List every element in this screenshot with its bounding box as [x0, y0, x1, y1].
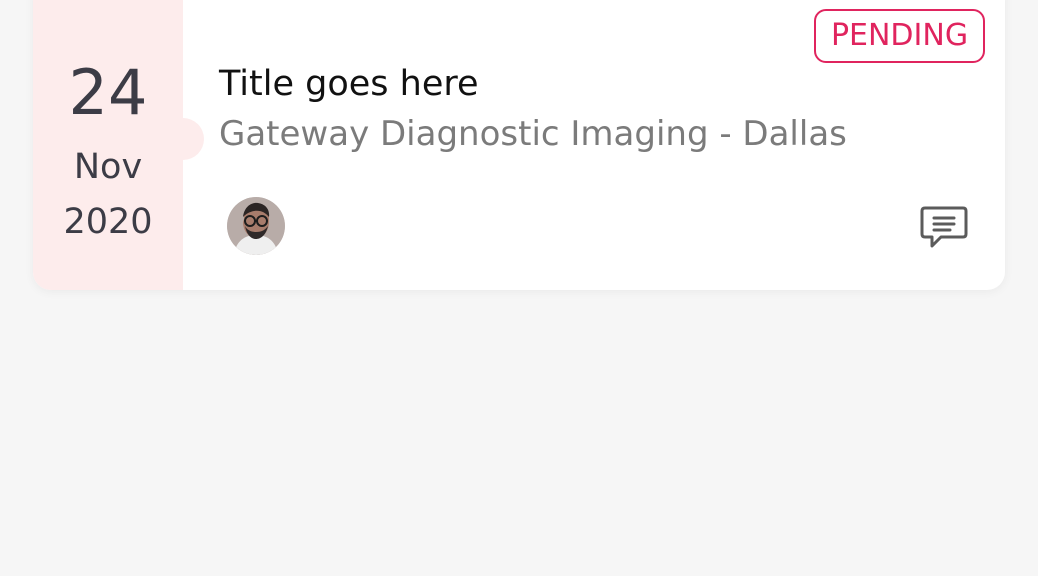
date-panel-notch: [162, 118, 204, 160]
profile-photo-icon: [227, 197, 285, 255]
appointment-location: Gateway Diagnostic Imaging - Dallas: [219, 114, 847, 154]
screen: 24 Nov 2020 PENDING Title goes here Gate…: [0, 0, 1038, 576]
appointment-title: Title goes here: [219, 64, 479, 104]
comment-button[interactable]: [918, 204, 970, 252]
date-month: Nov: [73, 147, 143, 187]
status-badge: PENDING: [814, 9, 985, 63]
date-year: 2020: [63, 202, 153, 242]
avatar[interactable]: [227, 197, 285, 255]
comment-icon: [920, 206, 968, 248]
date-panel: 24 Nov 2020: [33, 0, 183, 290]
date-day: 24: [68, 56, 148, 129]
